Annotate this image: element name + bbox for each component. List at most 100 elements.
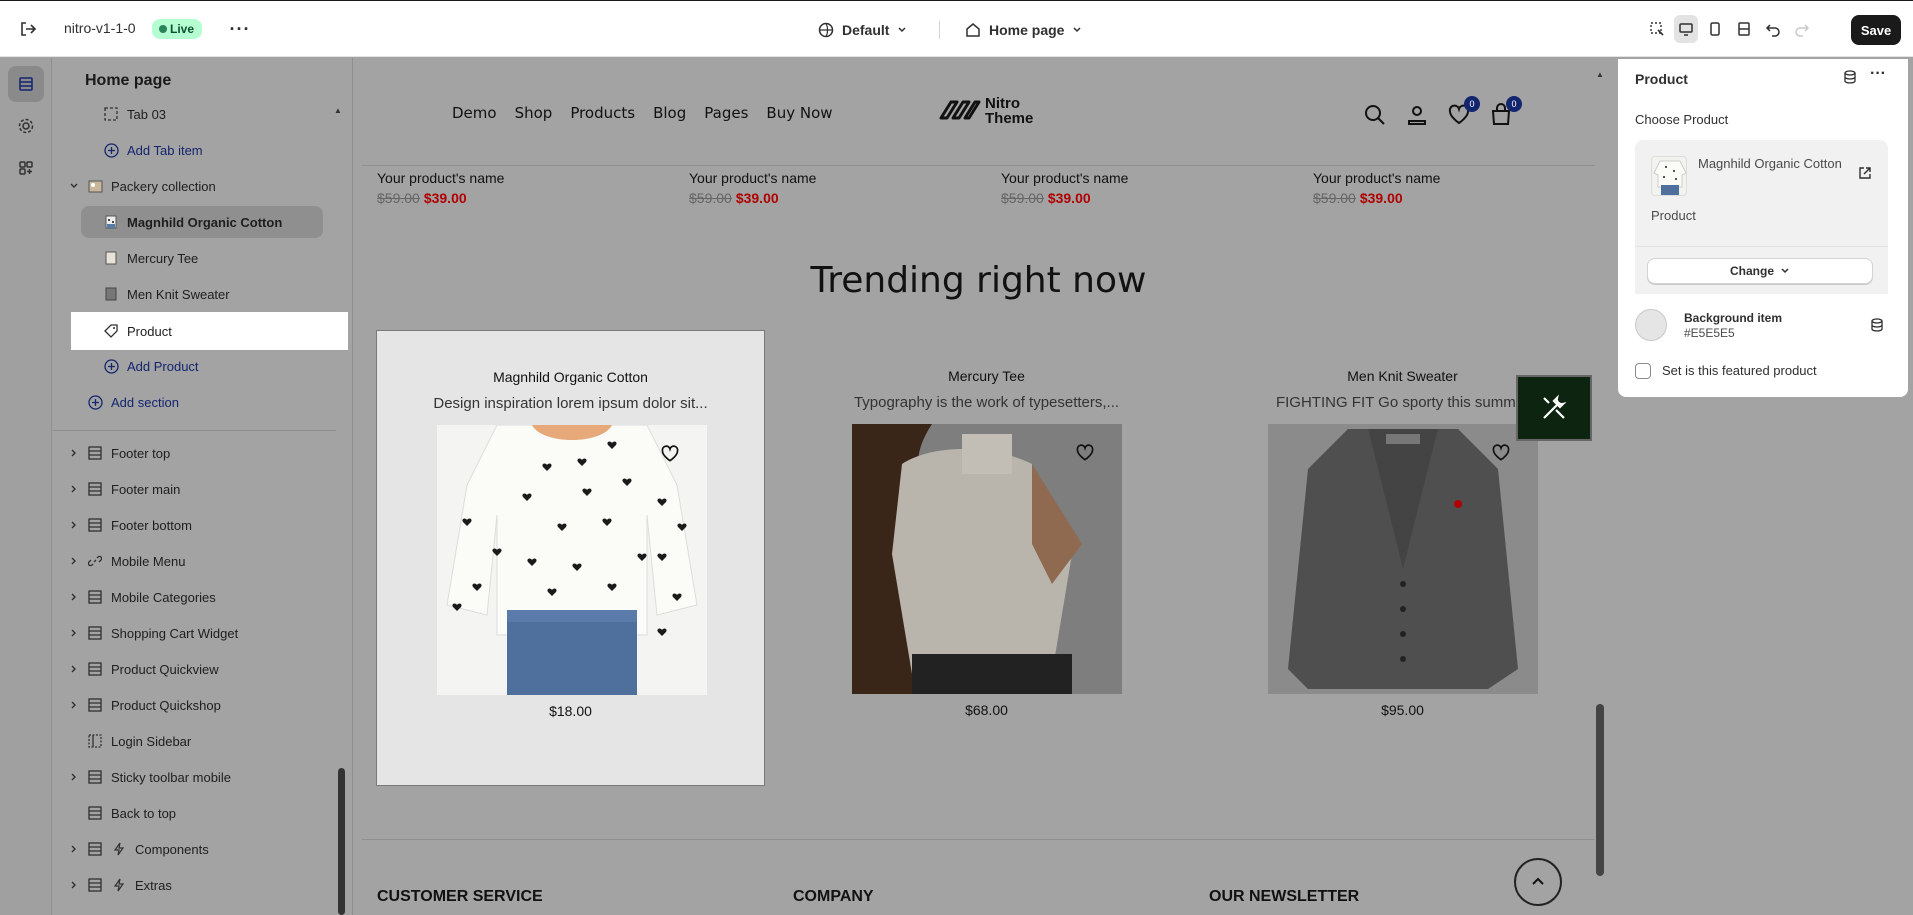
search-icon[interactable] [1362, 102, 1388, 128]
store-logo[interactable]: Nitro Theme [937, 96, 1033, 126]
chevron-right-icon[interactable] [67, 484, 81, 494]
sidebar-layout-icon [87, 733, 103, 749]
chevron-right-icon[interactable] [67, 448, 81, 458]
wishlist-heart-icon[interactable] [1074, 442, 1096, 464]
mobile-view-icon[interactable] [1703, 15, 1727, 43]
chevron-down-icon[interactable] [67, 181, 81, 191]
preview-scrollbar[interactable]: ▲ [1596, 66, 1604, 915]
chevron-right-icon[interactable] [67, 628, 81, 638]
settings-icon[interactable] [8, 108, 44, 144]
back-to-top-button[interactable] [1514, 858, 1562, 906]
selected-product[interactable]: Magnhild Organic Cotton Product [1635, 140, 1888, 240]
chevron-right-icon[interactable] [67, 880, 81, 890]
sidebar-item-footer-main[interactable]: Footer main [67, 473, 337, 505]
sidebar-item-packery-collection[interactable]: Packery collection [67, 170, 337, 202]
sidebar-item-tab-03[interactable]: Tab 03 [103, 98, 333, 130]
nav-link[interactable]: Products [570, 104, 635, 122]
database-icon[interactable] [1842, 69, 1858, 88]
add-section-button[interactable]: Add section [87, 386, 327, 418]
chevron-right-icon[interactable] [67, 772, 81, 782]
sidebar-item-extras[interactable]: Extras [67, 869, 337, 901]
tools-button[interactable] [1516, 375, 1592, 441]
sidebar-item-components[interactable]: Components [67, 833, 337, 865]
background-color-swatch[interactable] [1635, 309, 1667, 341]
sidebar-item-back-to-top[interactable]: Back to top [87, 797, 337, 829]
featured-product-checkbox[interactable] [1635, 363, 1651, 379]
sidebar-item-footer-top[interactable]: Footer top [67, 437, 337, 469]
product-item[interactable]: Your product's name $59.00 $39.00 [1001, 170, 1128, 206]
footer-heading: OUR NEWSLETTER [1209, 888, 1360, 905]
nav-link[interactable]: Shop [515, 104, 553, 122]
sidebar-item-footer-bottom[interactable]: Footer bottom [67, 509, 337, 541]
sidebar-item-product-quickshop[interactable]: Product Quickshop [67, 689, 337, 721]
globe-icon [818, 22, 834, 38]
account-icon[interactable] [1404, 102, 1430, 128]
save-button[interactable]: Save [1851, 15, 1901, 45]
section-icon [87, 877, 103, 893]
more-options-button[interactable]: ··· [1870, 65, 1886, 83]
sidebar-item-mercury-tee[interactable]: Mercury Tee [103, 242, 333, 274]
scroll-up-icon[interactable]: ▲ [1596, 70, 1604, 79]
product-card[interactable]: Mercury Tee Typography is the work of ty… [792, 330, 1181, 786]
undo-icon[interactable] [1761, 15, 1785, 43]
sidebar-scrollbar[interactable] [338, 768, 345, 915]
chevron-right-icon[interactable] [67, 592, 81, 602]
scroll-up-icon[interactable]: ▲ [334, 106, 342, 115]
chevron-right-icon[interactable] [67, 844, 81, 854]
cart-icon[interactable]: 0 [1488, 96, 1522, 128]
plus-circle-icon [87, 394, 103, 410]
section-icon [87, 769, 103, 785]
product-item[interactable]: Your product's name $59.00 $39.00 [377, 170, 504, 206]
exit-icon[interactable] [16, 17, 40, 41]
sidebar-item-mobile-categories[interactable]: Mobile Categories [67, 581, 337, 613]
sidebar-item-label: Add Tab item [127, 142, 203, 158]
fullscreen-view-icon[interactable] [1732, 15, 1756, 43]
chevron-right-icon[interactable] [67, 520, 81, 530]
wishlist-heart-icon[interactable] [659, 443, 681, 465]
change-product-button[interactable]: Change [1647, 258, 1873, 284]
apps-icon[interactable] [8, 150, 44, 186]
product-item[interactable]: Your product's name $59.00 $39.00 [689, 170, 816, 206]
product-image[interactable] [1268, 424, 1538, 694]
chevron-right-icon[interactable] [67, 664, 81, 674]
wishlist-icon[interactable]: 0 [1446, 96, 1480, 128]
product-item[interactable]: Your product's name $59.00 $39.00 [1313, 170, 1440, 206]
more-actions-button[interactable]: ··· [228, 17, 252, 41]
nav-link[interactable]: Pages [704, 104, 748, 122]
add-product-button[interactable]: Add Product [103, 350, 333, 382]
store-preview: Demo Shop Products Blog Pages Buy Now Ni… [362, 66, 1595, 915]
product-card[interactable]: Magnhild Organic Cotton Design inspirati… [376, 330, 765, 786]
sidebar-item-label: Login Sidebar [111, 733, 192, 749]
nav-link[interactable]: Buy Now [766, 104, 832, 122]
sidebar-item-product-quickview[interactable]: Product Quickview [67, 653, 337, 685]
product-image[interactable] [437, 424, 707, 695]
sidebar-item-label: Product Quickshop [111, 697, 221, 713]
desktop-view-icon[interactable] [1674, 15, 1698, 43]
nav-link[interactable]: Demo [452, 104, 497, 122]
wishlist-heart-icon[interactable] [1490, 442, 1512, 464]
scroll-thumb[interactable] [1596, 704, 1604, 876]
sidebar-item-label: Packery collection [111, 178, 216, 194]
sidebar-item-login-sidebar[interactable]: Login Sidebar [87, 725, 337, 757]
sidebar-item-product[interactable]: Product [71, 312, 348, 350]
chevron-right-icon[interactable] [67, 700, 81, 710]
sidebar-item-magnhild-organic-cotton[interactable]: Magnhild Organic Cotton [81, 206, 323, 238]
redo-icon[interactable] [1790, 15, 1814, 43]
sidebar-item-men-knit-sweater[interactable]: Men Knit Sweater [103, 278, 333, 310]
external-link-icon[interactable] [1858, 166, 1872, 183]
sidebar-item-sticky-toolbar-mobile[interactable]: Sticky toolbar mobile [67, 761, 337, 793]
sidebar-item-shopping-cart-widget[interactable]: Shopping Cart Widget [67, 617, 337, 649]
sections-icon[interactable] [8, 66, 44, 102]
sidebar-item-mobile-menu[interactable]: Mobile Menu [67, 545, 337, 577]
database-icon[interactable] [1869, 317, 1885, 336]
featured-product-label[interactable]: Set is this featured product [1662, 363, 1817, 378]
product-picker: Magnhild Organic Cotton Product Change [1635, 140, 1888, 294]
card-product-name: Magnhild Organic Cotton [493, 369, 648, 385]
inspector-icon[interactable] [1645, 15, 1669, 43]
theme-selector[interactable]: Default [818, 17, 907, 43]
nav-link[interactable]: Blog [653, 104, 686, 122]
product-image[interactable] [852, 424, 1122, 694]
add-tab-item-button[interactable]: Add Tab item [103, 134, 333, 166]
chevron-right-icon[interactable] [67, 556, 81, 566]
page-selector[interactable]: Home page [965, 17, 1082, 43]
